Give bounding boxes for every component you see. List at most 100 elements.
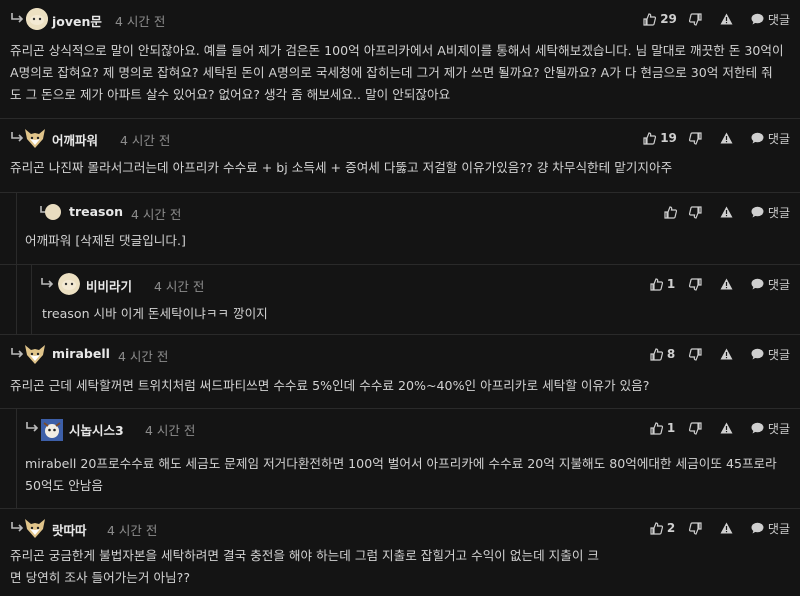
comment-bubble-icon [751,348,764,360]
reply-arrow-icon [11,13,24,23]
reply-arrow-icon [41,278,54,288]
comment: 시놉시스3 4 시간 전 1 댓글 mirabell 20프로수수료 해도 세금… [0,408,800,508]
thumbs-down-icon [688,421,702,435]
author-name[interactable]: 시놉시스3 [69,420,124,439]
reply-arrow-icon [11,522,24,532]
like-count: 19 [660,131,677,145]
comment: treason 4 시간 전 댓글 어깨파워 [삭제된 댓글입니다.] [0,192,800,264]
like-button[interactable]: 19 [643,131,677,145]
comment-body: 쥬리곤 상식적으로 말이 안되잖아요. 예를 들어 제가 검은돈 100억 아프… [10,43,784,102]
comment: 어깨파워 4 시간 전 19 댓글 쥬리곤 나진짜 몰라서그러는데 아프리카 수… [0,118,800,192]
author-name[interactable]: treason [69,204,123,219]
reply-button[interactable]: 댓글 [751,276,790,293]
reply-button[interactable]: 댓글 [751,346,790,363]
like-count: 1 [666,277,676,291]
timestamp: 4 시간 전 [120,133,171,148]
report-button[interactable] [720,13,733,25]
like-button[interactable]: 8 [650,347,677,361]
dislike-button[interactable] [688,205,702,219]
reply-button[interactable]: 댓글 [751,520,790,537]
author-name[interactable]: 랏따따 [52,520,87,539]
author-name[interactable]: mirabell [52,346,110,361]
thumbs-up-icon [650,347,663,361]
like-button[interactable] [664,205,677,219]
comment-actions: 19 댓글 [643,130,790,146]
thumbs-up-icon [650,277,663,291]
like-count: 29 [660,12,677,26]
comment-actions: 8 댓글 [650,346,790,362]
reply-label: 댓글 [767,521,790,536]
avatar[interactable] [24,517,46,539]
like-button[interactable]: 2 [650,521,677,535]
author-name[interactable]: joven문 [52,11,102,30]
comment-actions: 1 댓글 [650,420,790,436]
reply-thread: 비비라기 4 시간 전 1 댓글 treason 시바 이게 돈세탁이냐ㅋㅋ 깡… [31,265,800,334]
like-button[interactable]: 1 [650,277,677,291]
avatar[interactable] [58,273,80,295]
reply-thread: 비비라기 4 시간 전 1 댓글 treason 시바 이게 돈세탁이냐ㅋㅋ 깡… [16,265,800,334]
avatar[interactable] [45,204,61,220]
warning-icon [720,278,733,290]
timestamp: 4 시간 전 [115,14,166,29]
thumbs-down-icon [688,521,702,535]
report-button[interactable] [720,348,733,360]
author-name[interactable]: 어깨파워 [52,130,98,149]
comment-body: 쥬리곤 나진짜 몰라서그러는데 아프리카 수수료 + bj 소득세 + 증여세 … [10,160,673,175]
reply-label: 댓글 [767,131,790,146]
dislike-button[interactable] [688,12,702,26]
like-button[interactable]: 1 [650,421,677,435]
timestamp: 4 시간 전 [131,207,182,222]
thumbs-down-icon [688,131,702,145]
comment-body: mirabell 20프로수수료 해도 세금도 문제임 저거다환전하면 100억… [25,456,777,493]
report-button[interactable] [720,206,733,218]
thumbs-down-icon [688,347,702,361]
comment-bubble-icon [751,422,764,434]
like-count: 1 [666,421,676,435]
comment: 비비라기 4 시간 전 1 댓글 treason 시바 이게 돈세탁이냐ㅋㅋ 깡… [0,264,800,334]
warning-icon [720,348,733,360]
avatar[interactable] [26,8,48,30]
report-button[interactable] [720,278,733,290]
dislike-button[interactable] [688,521,702,535]
comment-bubble-icon [751,278,764,290]
reply-label: 댓글 [767,205,790,220]
reply-arrow-icon [11,132,24,142]
thumbs-up-icon [650,521,663,535]
like-count: 2 [666,521,676,535]
like-button[interactable]: 29 [643,12,677,26]
warning-icon [720,522,733,534]
thumbs-down-icon [688,205,702,219]
reply-button[interactable]: 댓글 [751,130,790,147]
report-button[interactable] [720,422,733,434]
avatar[interactable] [41,419,63,441]
reply-thread: 시놉시스3 4 시간 전 1 댓글 mirabell 20프로수수료 해도 세금… [16,409,800,508]
dislike-button[interactable] [688,347,702,361]
reply-label: 댓글 [767,277,790,292]
reply-button[interactable]: 댓글 [751,420,790,437]
avatar[interactable] [24,343,46,365]
reply-arrow-icon [11,348,24,358]
comment-body: 쥬리곤 궁금한게 불법자본을 세탁하려면 결국 충전을 해야 하는데 그럼 지출… [10,548,600,585]
warning-icon [720,13,733,25]
comment-actions: 29 댓글 [643,11,790,27]
timestamp: 4 시간 전 [154,279,205,294]
comment-body: 쥬리곤 근데 세탁할꺼면 트위치처럼 써드파티쓰면 수수료 5%인데 수수료 2… [10,378,650,393]
reply-label: 댓글 [767,347,790,362]
reply-button[interactable]: 댓글 [751,204,790,221]
comment-bubble-icon [751,206,764,218]
warning-icon [720,132,733,144]
warning-icon [720,422,733,434]
report-button[interactable] [720,522,733,534]
thumbs-down-icon [688,277,702,291]
avatar[interactable] [24,127,46,149]
dislike-button[interactable] [688,277,702,291]
author-name[interactable]: 비비라기 [86,276,132,295]
dislike-button[interactable] [688,131,702,145]
comment-actions: 2 댓글 [650,520,790,536]
reply-button[interactable]: 댓글 [751,11,790,28]
timestamp: 4 시간 전 [118,349,169,364]
timestamp: 4 시간 전 [107,523,158,538]
thumbs-down-icon [688,12,702,26]
dislike-button[interactable] [688,421,702,435]
report-button[interactable] [720,132,733,144]
